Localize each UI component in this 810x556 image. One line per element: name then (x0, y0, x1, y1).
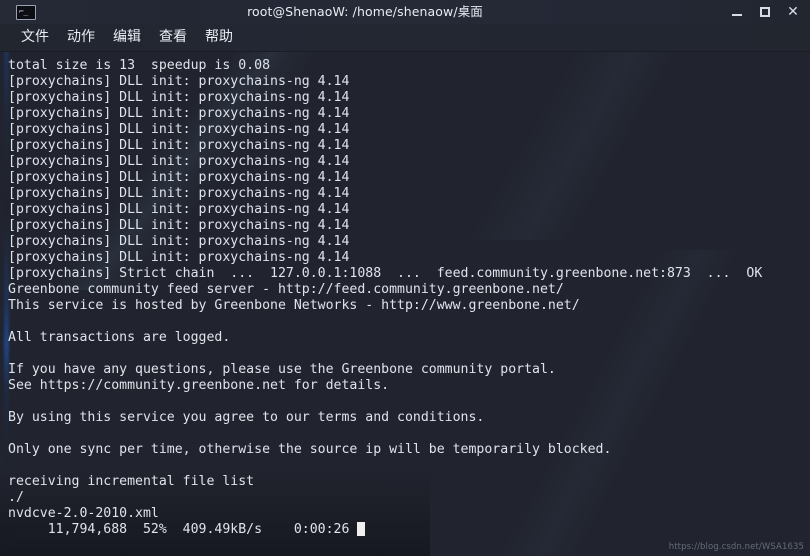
maximize-button[interactable] (758, 5, 772, 19)
window-title: root@ShenaoW: /home/shenaow/桌面 (247, 4, 483, 19)
terminal-output[interactable]: total size is 13 speedup is 0.08 [proxych… (0, 52, 810, 555)
terminal-line: [proxychains] Strict chain ... 127.0.0.1… (8, 266, 763, 281)
terminal-line: 11,794,688 52% 409.49kB/s 0:00:26 (8, 522, 810, 538)
terminal-line: receiving incremental file list (8, 474, 255, 489)
terminal-line: All transactions are logged. (8, 330, 231, 345)
terminal-line: [proxychains] DLL init: proxychains-ng 4… (8, 74, 350, 89)
terminal-line: [proxychains] DLL init: proxychains-ng 4… (8, 218, 350, 233)
terminal-line: [proxychains] DLL init: proxychains-ng 4… (8, 90, 350, 105)
terminal-line: By using this service you agree to our t… (8, 410, 485, 425)
terminal-line: See https://community.greenbone.net for … (8, 378, 390, 393)
minimize-button[interactable] (730, 5, 744, 19)
menu-edit[interactable]: 编辑 (104, 24, 150, 51)
terminal-line: If you have any questions, please use th… (8, 362, 556, 377)
terminal-line: [proxychains] DLL init: proxychains-ng 4… (8, 170, 350, 185)
terminal-line: [proxychains] DLL init: proxychains-ng 4… (8, 202, 350, 217)
terminal-line: [proxychains] DLL init: proxychains-ng 4… (8, 122, 350, 137)
terminal-line: Greenbone community feed server - http:/… (8, 282, 564, 297)
menu-help[interactable]: 帮助 (196, 24, 242, 51)
terminal-line: [proxychains] DLL init: proxychains-ng 4… (8, 106, 350, 121)
menu-view[interactable]: 查看 (150, 24, 196, 51)
terminal-line: [proxychains] DLL init: proxychains-ng 4… (8, 186, 350, 201)
terminal-line: [proxychains] DLL init: proxychains-ng 4… (8, 138, 350, 153)
menu-actions[interactable]: 动作 (58, 24, 104, 51)
menu-file[interactable]: 文件 (12, 24, 58, 51)
window-titlebar[interactable]: ⌐_ root@ShenaoW: /home/shenaow/桌面 ✕ (0, 0, 810, 24)
terminal-line: [proxychains] DLL init: proxychains-ng 4… (8, 154, 350, 169)
terminal-line: Only one sync per time, otherwise the so… (8, 442, 612, 457)
terminal-line: [proxychains] DLL init: proxychains-ng 4… (8, 250, 350, 265)
menubar: 文件 动作 编辑 查看 帮助 (0, 24, 810, 52)
terminal-line: This service is hosted by Greenbone Netw… (8, 298, 580, 313)
terminal-line: ./ (8, 490, 24, 505)
terminal-line: total size is 13 speedup is 0.08 (8, 58, 271, 73)
terminal-cursor (357, 522, 366, 536)
window-controls: ✕ (730, 5, 800, 19)
terminal-window: ⌐_ root@ShenaoW: /home/shenaow/桌面 ✕ 文件 动… (0, 0, 810, 556)
terminal-line: nvdcve-2.0-2010.xml (8, 506, 159, 521)
close-button[interactable]: ✕ (786, 5, 800, 19)
watermark: https://blog.csdn.net/WSA1635 (668, 542, 804, 552)
terminal-line: [proxychains] DLL init: proxychains-ng 4… (8, 234, 350, 249)
